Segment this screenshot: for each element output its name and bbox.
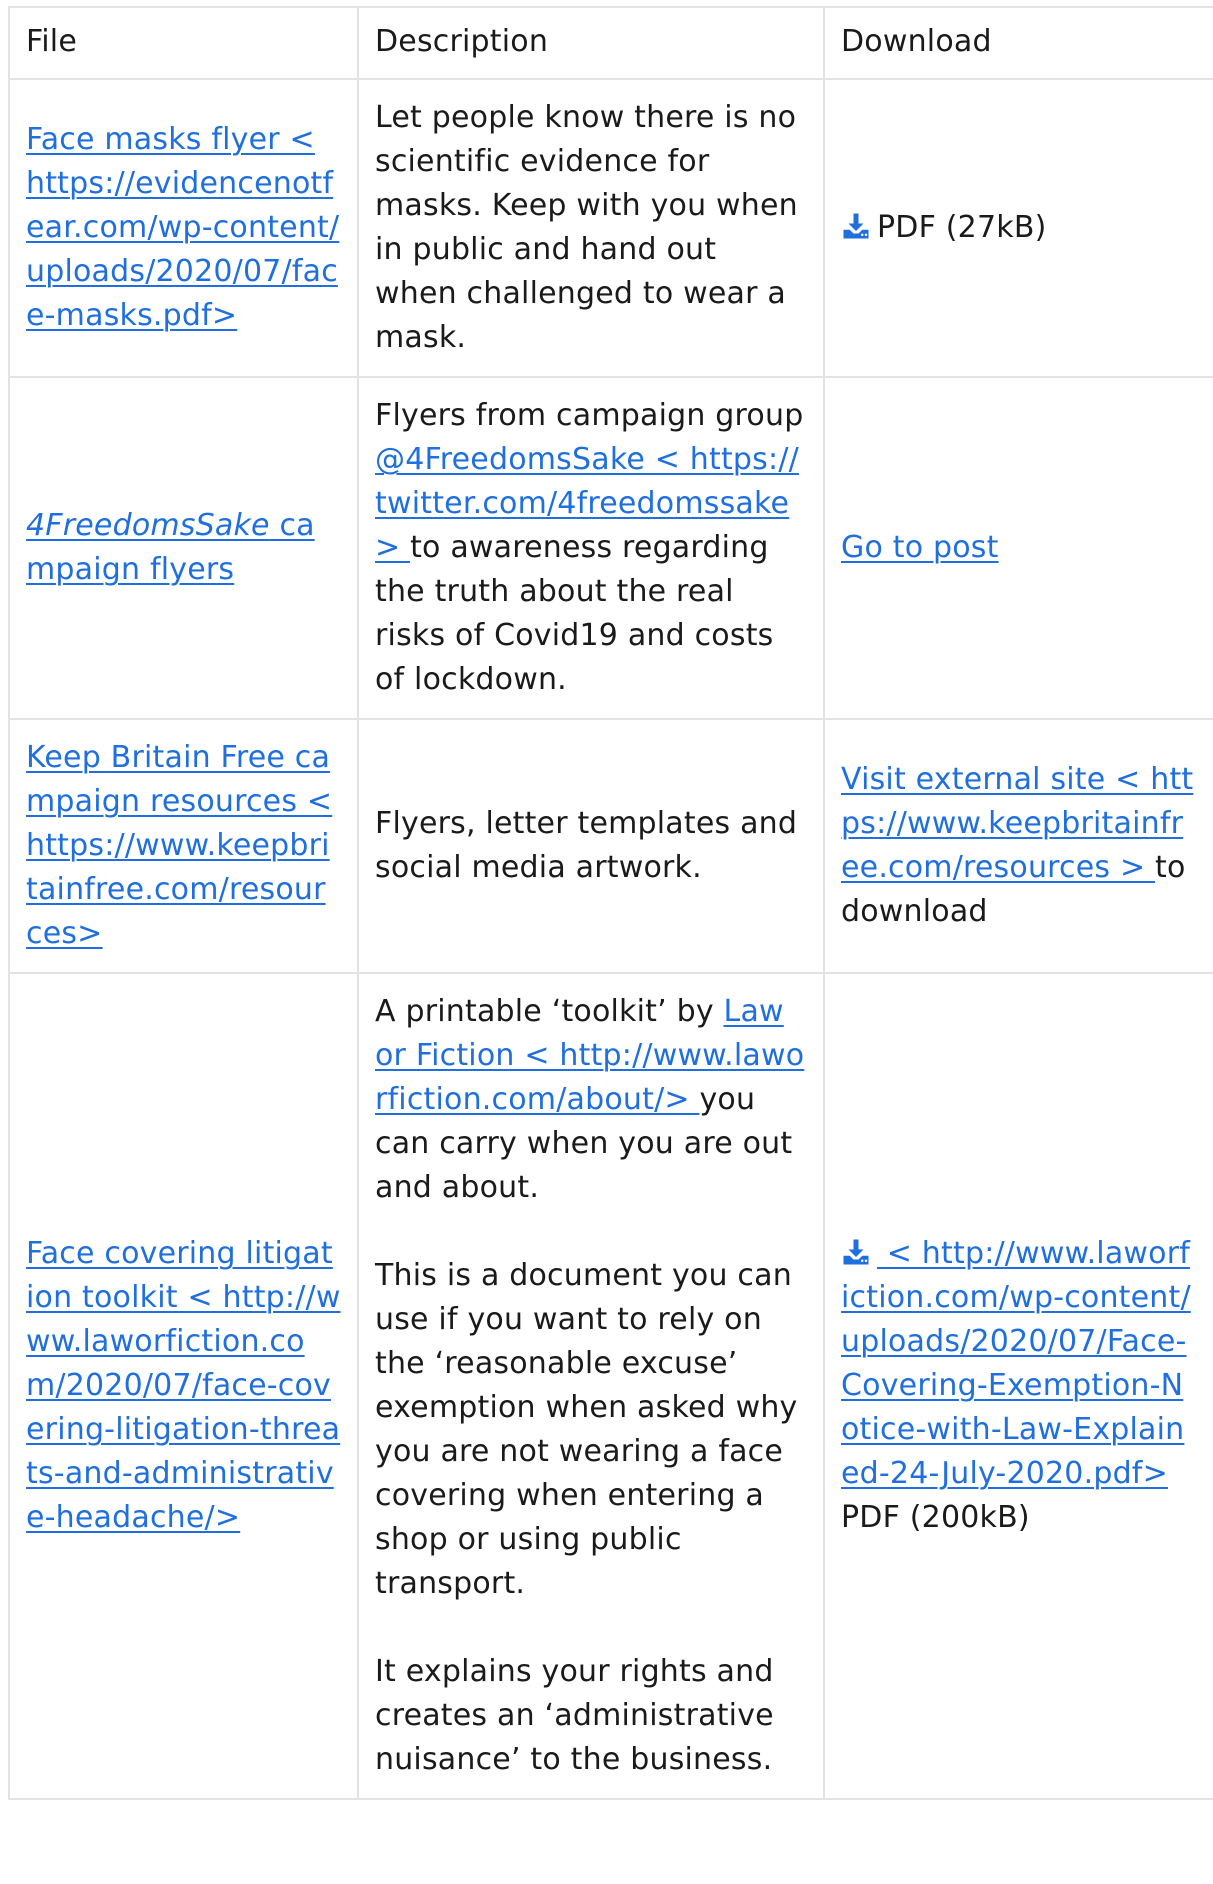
description-paragraph-1: A printable ‘toolkit’ by Law or Fiction … [375,990,807,1210]
table-header-row: File Description Download [8,6,1213,80]
download-cell: < http://www.laworfiction.com/wp-content… [823,972,1213,1800]
face-covering-toolkit-link[interactable]: Face covering litigation toolkit < http:… [26,1236,341,1535]
download-icon [843,1239,869,1265]
keep-britain-free-link[interactable]: Keep Britain Free campaign resources < h… [26,740,332,951]
description-cell: Let people know there is no scientific e… [357,78,825,378]
table-row: Face covering litigation toolkit < http:… [8,972,1213,1800]
table-row: 4FreedomsSake campaign flyers Flyers fro… [8,376,1213,720]
download-cell: PDF (27kB) [823,78,1213,378]
download-cell: Visit external site < https://www.keepbr… [823,718,1213,974]
download-size-text: PDF (200kB) [841,1500,1030,1535]
description-cell: Flyers from campaign group @4FreedomsSak… [357,376,825,720]
header-file: File [8,6,359,80]
table-row: Keep Britain Free campaign resources < h… [8,718,1213,974]
description-p1-before: A printable ‘toolkit’ by [375,994,724,1029]
download-size-text: PDF (27kB) [877,210,1047,245]
table-row: Face masks flyer < https://evidencenotfe… [8,78,1213,378]
exemption-notice-pdf-url: < http://www.laworfiction.com/wp-content… [841,1236,1191,1491]
file-cell: Face masks flyer < https://evidencenotfe… [8,78,359,378]
header-download: Download [823,6,1213,80]
description-text-after: to awareness regarding the truth about t… [375,530,774,697]
downloads-table-container: File Description Download Face masks fly… [8,6,1213,1800]
campaign-flyers-link-italic: 4FreedomsSake [26,508,270,543]
exemption-notice-pdf-link[interactable]: < http://www.laworfiction.com/wp-content… [841,1236,1191,1491]
downloads-table: File Description Download Face masks fly… [8,6,1213,1800]
download-cell: Go to post [823,376,1213,720]
visit-external-site-link[interactable]: Visit external site < https://www.keepbr… [841,762,1193,885]
description-cell: A printable ‘toolkit’ by Law or Fiction … [357,972,825,1800]
go-to-post-link[interactable]: Go to post [841,530,999,565]
face-masks-flyer-link[interactable]: Face masks flyer < https://evidencenotfe… [26,122,339,333]
header-description: Description [357,6,825,80]
file-cell: Face covering litigation toolkit < http:… [8,972,359,1800]
description-paragraph-3: It explains your rights and creates an ‘… [375,1654,774,1777]
description-cell: Flyers, letter templates and social medi… [357,718,825,974]
campaign-flyers-link[interactable]: 4FreedomsSake campaign flyers [26,508,315,587]
file-cell: 4FreedomsSake campaign flyers [8,376,359,720]
description-text-before: Flyers from campaign group [375,398,804,433]
file-cell: Keep Britain Free campaign resources < h… [8,718,359,974]
download-icon[interactable] [841,211,871,241]
description-paragraph-2: This is a document you can use if you wa… [375,1258,798,1601]
